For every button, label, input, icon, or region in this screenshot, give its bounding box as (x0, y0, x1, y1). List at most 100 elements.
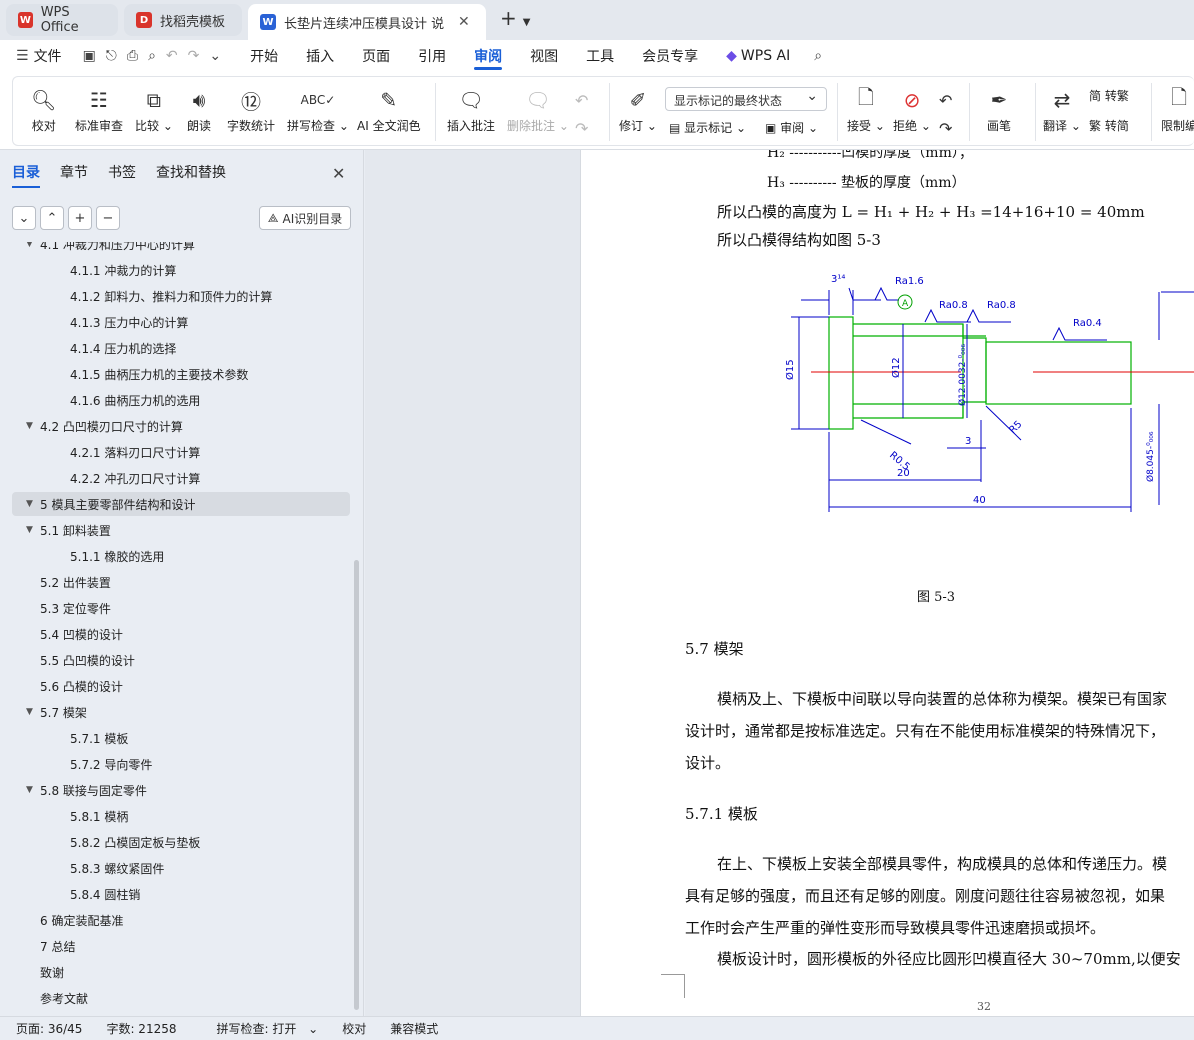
toc-item[interactable]: 4.1.3 压力中心的计算 (12, 310, 350, 334)
menu-tools[interactable]: 工具 (586, 40, 614, 72)
spell-check-icon: ABC✓ (300, 93, 336, 107)
compare-button[interactable]: ⧉ 比较 ⌄ (135, 83, 173, 134)
read-aloud-button[interactable]: 🔊︎ 朗读 (187, 83, 211, 134)
toc-item[interactable]: ▼ 5 模具主要零部件结构和设计 (12, 492, 350, 516)
toc-item[interactable]: ▼ 5.1 卸料装置 (12, 518, 350, 542)
remove-heading-button[interactable]: − (96, 206, 120, 230)
expand-down-button[interactable]: ⌄ (12, 206, 36, 230)
toc-item[interactable]: 5.8.4 圆柱销 (12, 882, 350, 906)
undo-icon[interactable]: ↶ (166, 48, 178, 64)
toc-item[interactable]: 6 确定装配基准 (12, 908, 350, 932)
ai-recognize-toc-button[interactable]: ⟁ AI识别目录 (259, 206, 351, 230)
track-changes-button[interactable]: ✐ 修订 ⌄ (619, 83, 657, 134)
toc-item[interactable]: ▼ 4.1 冲裁力和压力中心的计算 (12, 242, 350, 256)
insert-comment-button[interactable]: 🗨︎ 插入批注 (447, 83, 495, 134)
toc-item[interactable]: 4.1.6 曲柄压力机的选用 (12, 388, 350, 412)
tab-chapters[interactable]: 章节 (60, 162, 88, 188)
toc-item[interactable]: 5.8.2 凸模固定板与垫板 (12, 830, 350, 854)
chevron-down-icon[interactable]: ▼ (523, 17, 531, 28)
expand-triangle-icon[interactable]: ▼ (26, 499, 40, 509)
menu-insert[interactable]: 插入 (306, 40, 334, 72)
markup-display-select[interactable]: 显示标记的最终状态 (665, 87, 827, 111)
menu-home[interactable]: 开始 (250, 40, 278, 72)
print-preview-icon[interactable]: ⌕ (148, 48, 156, 64)
new-tab-icon[interactable]: + (500, 6, 517, 30)
toc-item[interactable]: 5.8.3 螺纹紧固件 (12, 856, 350, 880)
toc-item[interactable]: 4.2.2 冲孔刃口尺寸计算 (12, 466, 350, 490)
tab-bookmarks[interactable]: 书签 (108, 162, 136, 188)
close-pane-icon[interactable]: ✕ (332, 164, 345, 183)
menu-file[interactable]: 文件 (34, 46, 62, 66)
menu-wps-ai[interactable]: ◆ WPS AI (726, 40, 790, 72)
ai-polish-button[interactable]: ✎ AI 全文润色 (357, 83, 421, 134)
spell-check-status[interactable]: 拼写检查: 打开 ⌄ (201, 1020, 319, 1037)
toc-item[interactable]: 致谢 (12, 960, 350, 984)
pen-button[interactable]: ✒ 画笔 (987, 83, 1011, 134)
save-icon[interactable]: ▣ (83, 48, 96, 64)
menu-review[interactable]: 审阅 (474, 40, 503, 72)
toc-item[interactable]: 4.2.1 落料刃口尺寸计算 (12, 440, 350, 464)
toc-item[interactable]: 参考文献 (12, 986, 350, 1010)
tab-docer-template[interactable]: D 找稻壳模板 (124, 4, 242, 36)
to-traditional-button[interactable]: 简 转繁 (1089, 87, 1129, 104)
close-tab-icon[interactable]: ✕ (458, 14, 470, 30)
tab-toc[interactable]: 目录 (12, 162, 40, 188)
chevron-down-icon[interactable]: ⌄ (209, 48, 221, 64)
delete-comment-button[interactable]: 🗨︎ 删除批注 ⌄ (507, 83, 569, 134)
menu-references[interactable]: 引用 (418, 40, 446, 72)
expand-triangle-icon[interactable]: ▼ (26, 707, 40, 717)
toc-item[interactable]: 4.1.5 曲柄压力机的主要技术参数 (12, 362, 350, 386)
toc-item[interactable]: ▼ 5.7 模架 (12, 700, 350, 724)
toc-item[interactable]: 7 总结 (12, 934, 350, 958)
menu-page[interactable]: 页面 (362, 40, 390, 72)
menu-view[interactable]: 视图 (530, 40, 558, 72)
toc-item[interactable]: 5.7.2 导向零件 (12, 752, 350, 776)
spell-check-button[interactable]: ABC✓ 拼写检查 ⌄ (287, 83, 349, 134)
toc-item[interactable]: 5.8.1 模柄 (12, 804, 350, 828)
toc-item[interactable]: 5.5 凸凹模的设计 (12, 648, 350, 672)
expand-triangle-icon[interactable]: ▼ (26, 525, 40, 535)
toc-item[interactable]: 4.1.1 冲裁力的计算 (12, 258, 350, 282)
redo-icon[interactable]: ↷ (188, 48, 200, 64)
to-simplified-button[interactable]: 繁 转简 (1089, 117, 1129, 134)
expand-triangle-icon[interactable]: ▼ (26, 242, 40, 249)
standard-review-button[interactable]: ☷ 标准审查 (75, 83, 123, 134)
prev-change-button[interactable]: ↶ ↷ (939, 83, 952, 139)
search-icon[interactable]: ⌕ (814, 48, 822, 64)
expand-triangle-icon[interactable]: ▼ (26, 421, 40, 431)
document-page[interactable]: H₂ -----------凹模的厚度（mm）； H₃ ---------- 垫… (580, 150, 1194, 1016)
review-pane-button[interactable]: ▣ 审阅 ⌄ (765, 119, 818, 136)
export-icon[interactable]: ⎋ (106, 48, 117, 64)
restrict-editing-button[interactable]: 🗋 限制编 (1161, 83, 1194, 134)
toc-scrollbar[interactable] (354, 560, 359, 1010)
word-count[interactable]: 字数: 21258 (106, 1020, 176, 1037)
toc-item[interactable]: 5.6 凸模的设计 (12, 674, 350, 698)
page-indicator[interactable]: 页面: 36/45 (16, 1020, 82, 1037)
collapse-up-button[interactable]: ⌃ (40, 206, 64, 230)
toc-item[interactable]: 5.3 定位零件 (12, 596, 350, 620)
toc-item[interactable]: 5.2 出件装置 (12, 570, 350, 594)
proofread-button[interactable]: 🔍︎ 校对 (31, 83, 56, 134)
show-markup-button[interactable]: ▤ 显示标记 ⌄ (669, 119, 746, 136)
toc-item[interactable]: 5.4 凹模的设计 (12, 622, 350, 646)
tab-find-replace[interactable]: 查找和替换 (156, 162, 226, 188)
toc-item[interactable]: 4.1.2 卸料力、推料力和顶件力的计算 (12, 284, 350, 308)
print-icon[interactable]: ⎙ (127, 48, 138, 64)
translate-button[interactable]: ⇄ 翻译 ⌄ (1043, 83, 1081, 134)
accept-button[interactable]: 🗋 接受 ⌄ (847, 83, 885, 134)
word-count-button[interactable]: ⑫ 字数统计 (227, 83, 275, 134)
toc-item[interactable]: ▼ 4.2 凸凹模刃口尺寸的计算 (12, 414, 350, 438)
proofread-status[interactable]: 校对 (342, 1020, 366, 1037)
toc-item[interactable]: 4.1.4 压力机的选择 (12, 336, 350, 360)
toc-item[interactable]: 5.7.1 模板 (12, 726, 350, 750)
prev-comment-button[interactable]: ↶ ↷ (575, 83, 588, 139)
add-heading-button[interactable]: + (68, 206, 92, 230)
menu-member[interactable]: 会员专享 (642, 40, 698, 72)
reject-button[interactable]: ⊘ 拒绝 ⌄ (893, 83, 931, 134)
hamburger-icon[interactable]: ☰ (16, 48, 29, 64)
toc-item[interactable]: ▼ 5.8 联接与固定零件 (12, 778, 350, 802)
tab-wps-office[interactable]: W WPS Office (6, 4, 118, 36)
expand-triangle-icon[interactable]: ▼ (26, 785, 40, 795)
toc-item[interactable]: 5.1.1 橡胶的选用 (12, 544, 350, 568)
tab-document[interactable]: W 长垫片连续冲压模具设计 说明 ✕ (248, 4, 486, 40)
